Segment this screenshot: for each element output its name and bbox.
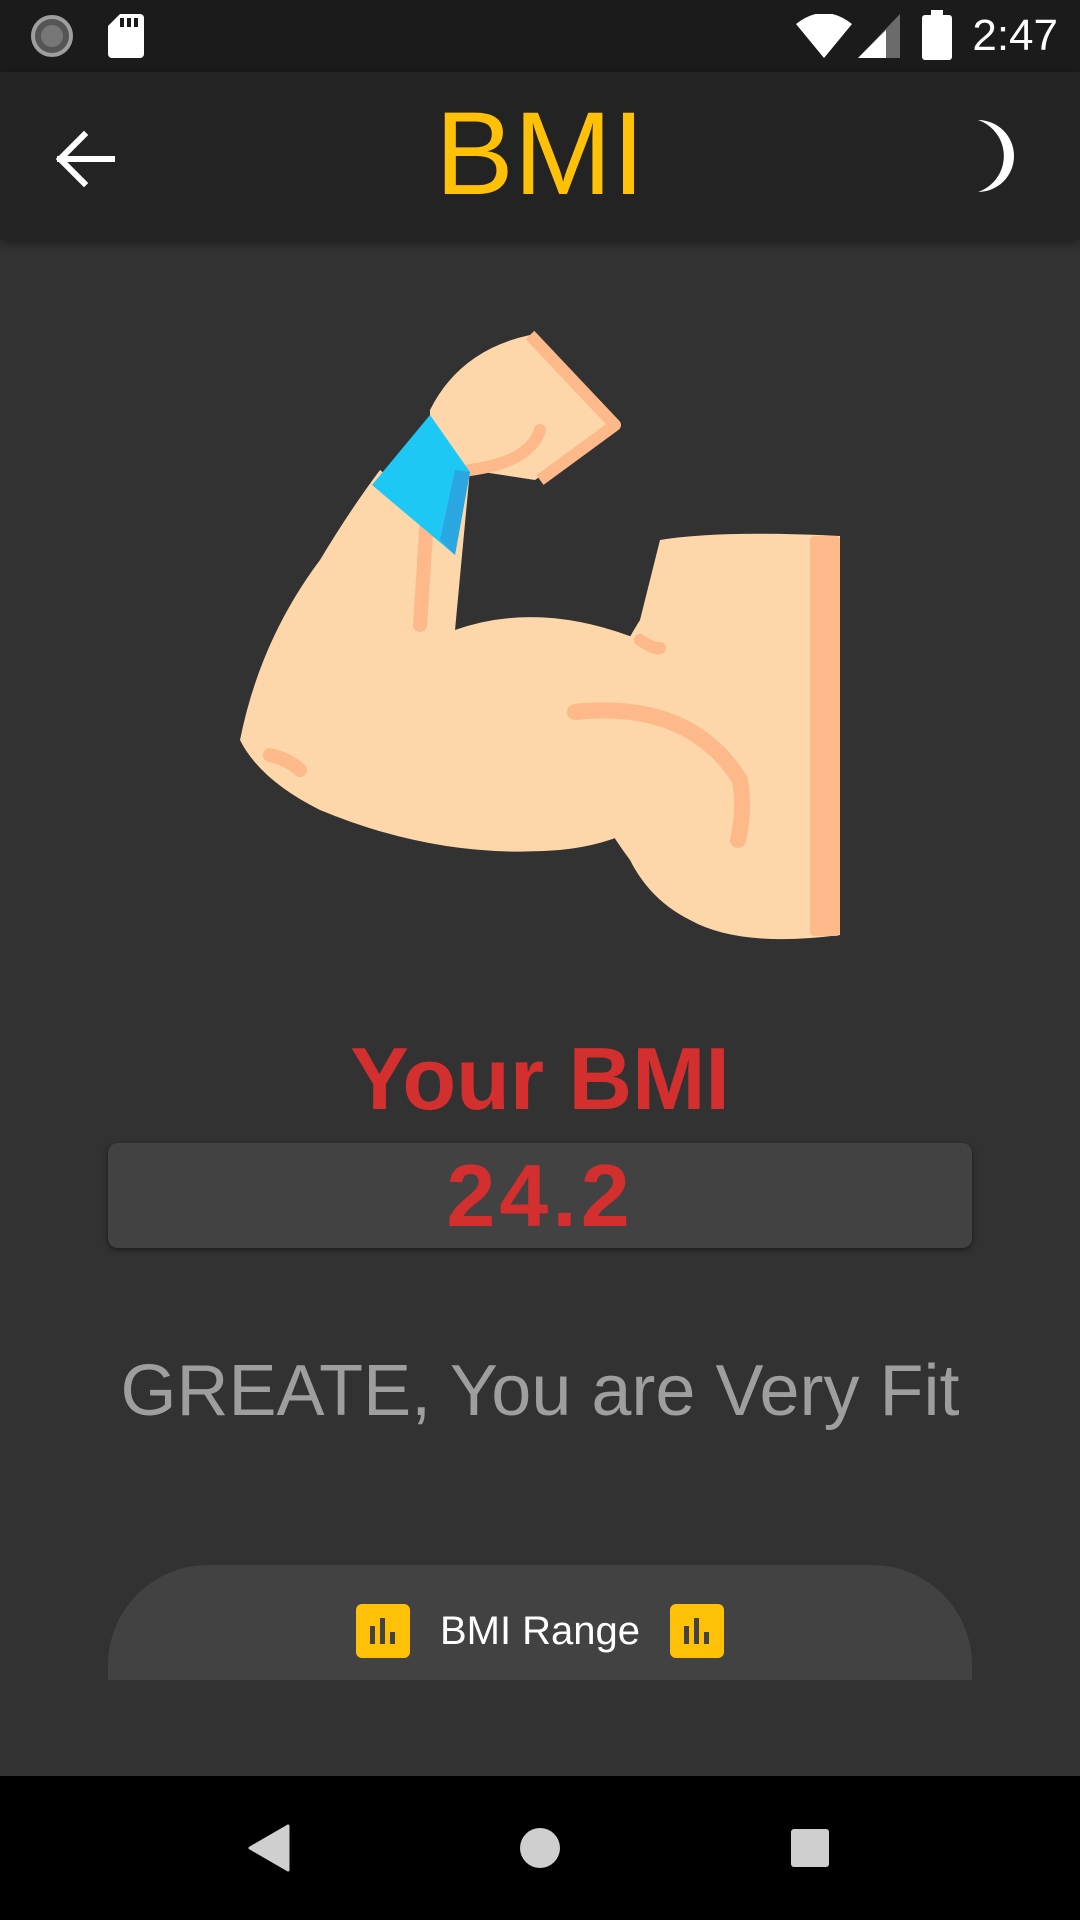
battery-icon — [922, 10, 952, 60]
signal-icon — [858, 14, 900, 58]
back-triangle-icon[interactable] — [248, 1824, 290, 1872]
bar-chart-icon — [355, 1604, 410, 1658]
result-label: Your BMI — [350, 1029, 730, 1128]
wifi-icon — [796, 14, 852, 58]
page-title: BMI — [435, 88, 645, 220]
sd-card-icon — [108, 14, 144, 58]
navigation-bar — [0, 1776, 1080, 1920]
bmi-range-label: BMI Range — [439, 1608, 641, 1653]
bmi-value: 24.2 — [446, 1146, 634, 1245]
status-bar: 2:47 — [0, 0, 1080, 72]
home-circle-icon[interactable] — [518, 1826, 562, 1870]
app-bar: BMI — [0, 72, 1080, 240]
bmi-range-button[interactable]: BMI Range — [108, 1565, 972, 1680]
bmi-value-box: 24.2 — [108, 1143, 972, 1248]
recents-square-icon[interactable] — [790, 1828, 830, 1868]
status-clock: 2:47 — [972, 11, 1058, 60]
result-message: GREATE, You are Very Fit — [120, 1351, 960, 1431]
bar-chart-icon — [670, 1604, 725, 1658]
moon-icon[interactable] — [960, 116, 1030, 196]
flexed-arm-icon — [240, 330, 840, 940]
sync-icon — [31, 15, 73, 57]
